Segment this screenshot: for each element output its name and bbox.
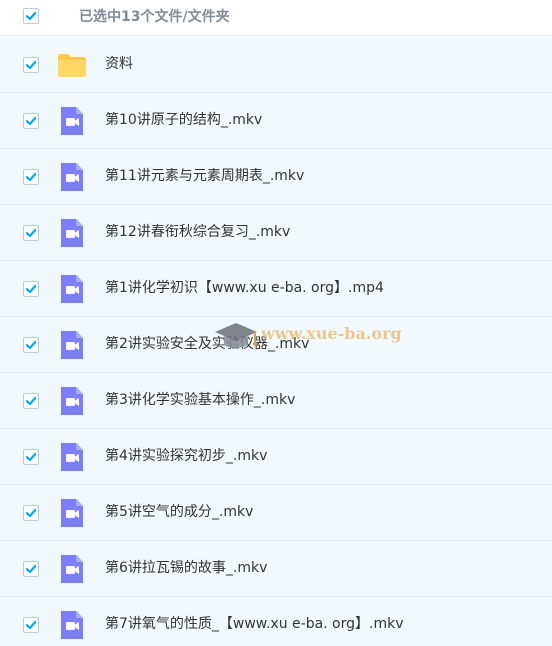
list-item[interactable]: 资料 [0,37,552,93]
video-file-icon [57,330,87,360]
list-item[interactable]: 第2讲实验安全及实验仪器_.mkv [0,317,552,373]
list-item[interactable]: 第12讲春衔秋综合复习_.mkv [0,205,552,261]
item-checkbox[interactable] [23,57,39,73]
list-item[interactable]: 第6讲拉瓦锡的故事_.mkv [0,541,552,597]
select-all-checkbox[interactable] [23,8,39,24]
item-checkbox[interactable] [23,449,39,465]
item-name: 第4讲实验探究初步_.mkv [105,448,268,464]
item-checkbox[interactable] [23,561,39,577]
selection-summary: 已选中13个文件/文件夹 [79,9,230,25]
video-file-icon [57,106,87,136]
video-file-icon [57,162,87,192]
list-item[interactable]: 第1讲化学初识【www.xu e-ba. org】.mp4 [0,261,552,317]
item-name: 第7讲氧气的性质_【www.xu e-ba. org】.mkv [105,616,404,632]
item-name: 资料 [105,56,133,72]
file-list: 已选中13个文件/文件夹 资料 第10讲原子的结构_.mkv 第11讲元素与元素… [0,0,552,646]
item-name: 第12讲春衔秋综合复习_.mkv [105,224,291,240]
item-checkbox[interactable] [23,617,39,633]
list-item[interactable]: 第5讲空气的成分_.mkv [0,485,552,541]
item-name: 第5讲空气的成分_.mkv [105,504,254,520]
video-file-icon [57,274,87,304]
video-file-icon [57,386,87,416]
item-checkbox[interactable] [23,169,39,185]
item-name: 第10讲原子的结构_.mkv [105,112,263,128]
list-item[interactable]: 第4讲实验探究初步_.mkv [0,429,552,485]
item-name: 第11讲元素与元素周期表_.mkv [105,168,305,184]
selection-header: 已选中13个文件/文件夹 [0,0,552,36]
list-item[interactable]: 第10讲原子的结构_.mkv [0,93,552,149]
item-name: 第3讲化学实验基本操作_.mkv [105,392,296,408]
item-name: 第6讲拉瓦锡的故事_.mkv [105,560,268,576]
video-file-icon [57,498,87,528]
video-file-icon [57,554,87,584]
list-item[interactable]: 第3讲化学实验基本操作_.mkv [0,373,552,429]
video-file-icon [57,442,87,472]
item-checkbox[interactable] [23,337,39,353]
list-item[interactable]: 第11讲元素与元素周期表_.mkv [0,149,552,205]
item-checkbox[interactable] [23,113,39,129]
folder-icon [57,50,87,80]
item-name: 第2讲实验安全及实验仪器_.mkv [105,336,310,352]
item-checkbox[interactable] [23,281,39,297]
item-name: 第1讲化学初识【www.xu e-ba. org】.mp4 [105,280,384,296]
list-item[interactable]: 第7讲氧气的性质_【www.xu e-ba. org】.mkv [0,597,552,646]
item-checkbox[interactable] [23,393,39,409]
video-file-icon [57,218,87,248]
video-file-icon [57,610,87,640]
item-checkbox[interactable] [23,505,39,521]
item-checkbox[interactable] [23,225,39,241]
